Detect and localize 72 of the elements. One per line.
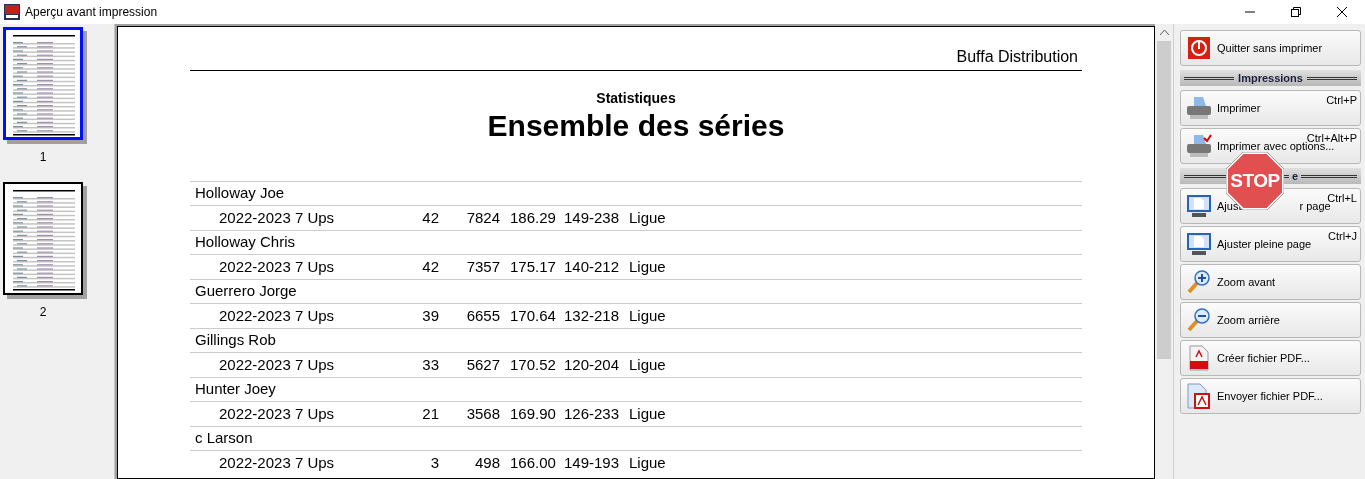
toolbar-button[interactable]: Imprimer Ctrl+P (1180, 90, 1361, 126)
report-title: Ensemble des séries (487, 109, 785, 143)
restore-icon (1291, 7, 1301, 17)
pins-cell-text: 3568 (465, 403, 500, 424)
page-number: 2 (39, 304, 47, 321)
type-cell-text: Ligue (629, 354, 666, 375)
season-cell-text: 2022-2023 7 Ups (219, 207, 336, 228)
player-name: Guerrero Jorge (195, 281, 297, 302)
toolbar-button[interactable]: Envoyer fichier PDF... (1180, 378, 1361, 414)
toolbar-button[interactable]: Zoom avant (1180, 264, 1361, 300)
games-cell-text: 39 (421, 305, 439, 326)
games-cell-text: 33 (421, 354, 439, 375)
toolbar-button[interactable]: Ajuster pleine page Ctrl+J (1180, 226, 1361, 262)
company-name: Buffa Distribution (956, 47, 1078, 67)
average-cell-text: 170.52 (510, 354, 557, 375)
scrollbar[interactable] (1155, 24, 1173, 479)
average-cell-text: 175.17 (510, 256, 557, 277)
range-cell-text: 140-212 (564, 256, 621, 277)
type-cell-text: Ligue (629, 403, 666, 424)
app-icon (4, 4, 20, 20)
player-name: c Larson (195, 428, 253, 449)
pdf-file-icon (1188, 345, 1210, 371)
games-cell-text: 21 (421, 403, 439, 424)
season-cell-text: 2022-2023 7 Ups (219, 305, 336, 326)
window-title: Aperçu avant impression (25, 4, 158, 21)
season-cell-text: 2022-2023 7 Ups (219, 256, 336, 277)
zoom-in-icon (1186, 270, 1212, 294)
scroll-thumb[interactable] (1157, 41, 1171, 359)
games-cell-text: 3 (429, 452, 439, 473)
pdf-file-icon (1187, 383, 1211, 409)
average-cell-text: 170.64 (510, 305, 557, 326)
games-cell-text: 42 (421, 207, 439, 228)
season-cell-text: 2022-2023 7 Ups (219, 452, 336, 473)
games-cell-text: 42 (421, 256, 439, 277)
pins-cell-text: 6655 (465, 305, 500, 326)
printer-icon (1186, 134, 1212, 158)
range-cell-text: 132-218 (564, 305, 621, 326)
toolbar-button[interactable]: Imprimer avec options... Ctrl+Alt+P (1180, 128, 1361, 164)
pins-cell-text: 498 (473, 452, 500, 473)
season-cell-text: 2022-2023 7 Ups (219, 403, 336, 424)
monitor-icon (1186, 194, 1212, 218)
scroll-up-icon[interactable] (1159, 30, 1169, 35)
pins-cell-text: 5627 (465, 354, 500, 375)
player-name: Holloway Joe (195, 183, 285, 204)
power-icon (1188, 37, 1210, 59)
pins-cell-text: 7824 (465, 207, 500, 228)
printer-icon (1186, 96, 1212, 120)
average-cell-text: 186.29 (510, 207, 557, 228)
zoom-out-icon (1186, 308, 1212, 332)
pins-cell-text: 7357 (465, 256, 500, 277)
page-number: 1 (39, 149, 47, 166)
player-name: Holloway Chris (195, 232, 296, 253)
type-cell-text: Ligue (629, 452, 666, 473)
toolbar-button[interactable]: Zoom arrière (1180, 302, 1361, 338)
player-name: Hunter Joey (195, 379, 276, 400)
player-name: Gillings Rob (195, 330, 276, 351)
average-cell-text: 169.90 (510, 403, 557, 424)
range-cell-text: 126-233 (564, 403, 621, 424)
report-subtitle: Statistiques (596, 89, 676, 108)
toolbar-button[interactable]: Créer fichier PDF... (1180, 340, 1361, 376)
close-icon (1337, 7, 1347, 17)
range-cell-text: 149-193 (564, 452, 621, 473)
range-cell-text: 120-204 (564, 354, 621, 375)
season-cell-text: 2022-2023 7 Ups (219, 354, 336, 375)
range-cell-text: 149-238 (564, 207, 621, 228)
average-cell-text: 166.00 (510, 452, 557, 473)
type-cell-text: Ligue (629, 207, 666, 228)
section-header: Impressions (1180, 70, 1361, 86)
type-cell-text: Ligue (629, 256, 666, 277)
type-cell-text: Ligue (629, 305, 666, 326)
toolbar-button[interactable]: Quitter sans imprimer (1180, 30, 1361, 66)
monitor-icon (1186, 232, 1212, 256)
